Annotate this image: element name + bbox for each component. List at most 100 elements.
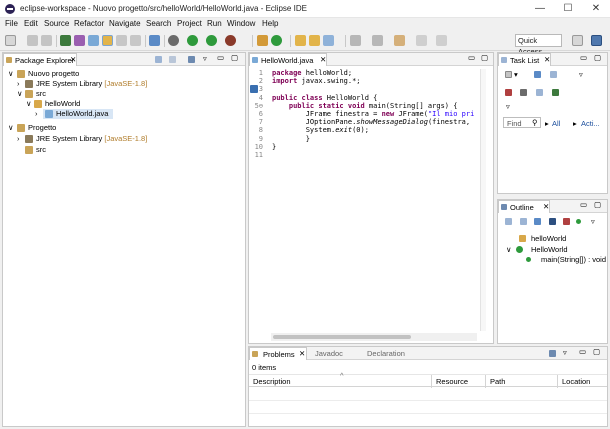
focus-icon[interactable]	[520, 89, 527, 96]
code-line[interactable]: 3	[251, 85, 477, 93]
view-menu-icon[interactable]: ▿	[203, 54, 207, 63]
tree-toggle-icon[interactable]: ›	[35, 109, 38, 118]
outline-item-class[interactable]: HelloWorld	[531, 245, 568, 254]
tree-item-jre-library[interactable]: JRE System Library [JavaSE-1.8]	[36, 79, 147, 88]
open-task-icon[interactable]	[309, 35, 320, 46]
column-divider[interactable]	[557, 375, 558, 388]
tree-toggle-icon[interactable]: ∨	[506, 245, 512, 254]
new-java-package-icon[interactable]	[257, 35, 268, 46]
tree-toggle-icon[interactable]: ∨	[26, 99, 32, 108]
minimize-view-icon[interactable]: ▭	[579, 347, 586, 356]
tree-toggle-icon[interactable]: ∨	[8, 123, 14, 132]
search-icon[interactable]	[323, 35, 334, 46]
tree-toggle-icon[interactable]: ∨	[17, 89, 23, 98]
hide-completed-icon[interactable]	[505, 89, 512, 96]
all-link[interactable]: All	[552, 119, 560, 128]
save-icon[interactable]	[27, 35, 38, 46]
menu-file[interactable]: File	[5, 19, 18, 28]
horizontal-scrollbar[interactable]	[271, 333, 477, 341]
column-divider[interactable]	[431, 375, 432, 388]
maximize-view-icon[interactable]: ▢	[481, 53, 488, 62]
minimize-view-icon[interactable]: ▭	[217, 53, 224, 62]
open-perspective-icon[interactable]	[572, 35, 583, 46]
code-line[interactable]: 1 package helloWorld;	[251, 69, 477, 77]
maximize-view-icon[interactable]: ▢	[594, 53, 601, 62]
code-line[interactable]: 9 }	[251, 135, 477, 143]
menu-window[interactable]: Window	[227, 19, 255, 28]
show-whitespace-icon[interactable]	[130, 35, 141, 46]
collapse-all-icon[interactable]	[505, 218, 512, 225]
save-all-icon[interactable]	[41, 35, 52, 46]
run-icon[interactable]	[187, 35, 198, 46]
menu-edit[interactable]: Edit	[24, 19, 38, 28]
link-editor-icon[interactable]	[169, 56, 176, 63]
tree-toggle-icon[interactable]: ∨	[8, 69, 14, 78]
collapse-all-icon[interactable]	[536, 89, 543, 96]
tree-toggle-icon[interactable]: ›	[17, 134, 20, 143]
tab-javadoc[interactable]: Javadoc	[315, 349, 343, 358]
mark-occurrences-icon[interactable]	[88, 35, 99, 46]
scheduled-icon[interactable]	[550, 71, 557, 78]
activate-link[interactable]: Acti...	[581, 119, 600, 128]
tree-item-src-2[interactable]: src	[36, 145, 46, 154]
quick-access-input[interactable]: Quick Access	[515, 34, 562, 56]
column-description[interactable]: Description	[253, 377, 291, 386]
sort-icon[interactable]	[520, 218, 527, 225]
menu-source[interactable]: Source	[44, 19, 69, 28]
categorized-icon[interactable]	[534, 71, 541, 78]
maximize-view-icon[interactable]: ▢	[593, 347, 600, 356]
new-task-icon[interactable]	[505, 71, 512, 78]
menu-navigate[interactable]: Navigate	[109, 19, 141, 28]
tab-outline[interactable]: Outline ✕	[498, 200, 550, 213]
synchronize-icon[interactable]	[552, 89, 559, 96]
minimize-button[interactable]: —	[526, 0, 554, 18]
code-line[interactable]: 5⊖ public static void main(String[] args…	[251, 102, 477, 110]
code-line[interactable]: 11	[251, 151, 477, 159]
close-button[interactable]: ✕	[582, 0, 610, 18]
collapse-all-icon[interactable]	[155, 56, 162, 63]
navigate-icon[interactable]	[436, 35, 447, 46]
overview-ruler[interactable]	[480, 69, 486, 331]
coverage-icon[interactable]	[206, 35, 217, 46]
close-icon[interactable]: ✕	[299, 349, 305, 358]
next-annotation-icon[interactable]	[372, 35, 383, 46]
close-icon[interactable]: ✕	[70, 55, 76, 64]
task-find-input[interactable]: Find ⚲	[503, 117, 541, 128]
maximize-button[interactable]: ☐	[554, 0, 582, 18]
menu-run[interactable]: Run	[207, 19, 222, 28]
hide-local-types-icon[interactable]	[576, 219, 581, 224]
toggle-breakpoint-icon[interactable]	[60, 35, 71, 46]
tree-item-src[interactable]: src	[36, 89, 46, 98]
tree-item-helloworld-package[interactable]: helloWorld	[45, 99, 80, 108]
open-type-icon[interactable]	[295, 35, 306, 46]
code-line[interactable]: 8 System.exit(0);	[251, 126, 477, 134]
menu-help[interactable]: Help	[262, 19, 278, 28]
horizontal-scrollbar-thumb[interactable]	[273, 335, 411, 339]
tab-task-list[interactable]: Task List ✕	[498, 53, 551, 66]
outline-item-main[interactable]: main(String[]) : void	[541, 255, 606, 264]
new-task-dropdown-icon[interactable]: ▾	[514, 70, 518, 79]
debug-icon[interactable]	[168, 35, 179, 46]
view-menu-icon[interactable]: ▿	[591, 217, 595, 226]
tree-item-progetto[interactable]: Progetto	[28, 123, 56, 132]
toggle-block-selection-icon[interactable]	[149, 35, 160, 46]
code-line[interactable]: 7 JOptionPane.showMessageDialog(finestra…	[251, 118, 477, 126]
view-menu-icon[interactable]: ▿	[563, 348, 567, 357]
skip-breakpoints-icon[interactable]	[74, 35, 85, 46]
java-perspective-icon[interactable]	[591, 35, 602, 46]
column-location[interactable]: Location	[562, 377, 590, 386]
minimize-view-icon[interactable]: ▭	[580, 53, 587, 62]
tab-problems[interactable]: Problems ✕	[249, 347, 307, 360]
maximize-view-icon[interactable]: ▢	[231, 53, 238, 62]
hide-static-icon[interactable]	[549, 218, 556, 225]
column-resource[interactable]: Resource	[436, 377, 468, 386]
tree-item-helloworld-java[interactable]: HelloWorld.java	[56, 109, 108, 118]
toggle-highlight-icon[interactable]	[102, 35, 113, 46]
focus-task-icon[interactable]	[188, 56, 195, 63]
back-icon[interactable]	[394, 35, 405, 46]
code-line[interactable]: 2 import javax.swing.*;	[251, 77, 477, 85]
maximize-view-icon[interactable]: ▢	[594, 200, 601, 209]
tree-item-nuovo-progetto[interactable]: Nuovo progetto	[28, 69, 79, 78]
close-icon[interactable]: ✕	[544, 55, 550, 64]
word-wrap-icon[interactable]	[116, 35, 127, 46]
